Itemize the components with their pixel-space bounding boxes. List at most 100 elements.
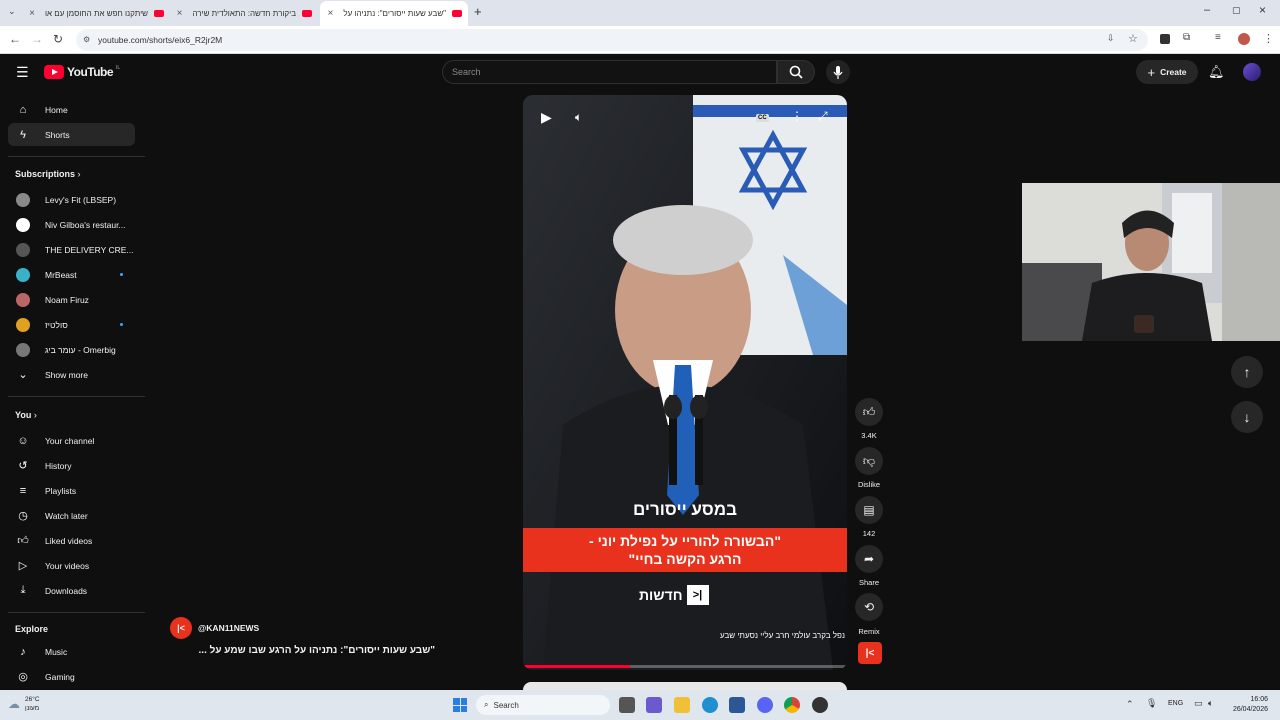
close-tab-icon[interactable]: × <box>327 8 333 19</box>
sidebar-item-label: Gaming <box>45 671 75 682</box>
tab-search-chevron-icon[interactable]: ⌄ <box>8 6 16 17</box>
back-icon[interactable]: ← <box>9 32 21 46</box>
close-tab-icon[interactable]: × <box>177 8 183 19</box>
plus-icon: + <box>1147 64 1156 80</box>
teams-icon[interactable] <box>646 697 662 713</box>
short-video-player[interactable]: ▶ 🔈︎ CC ⋮ ⤢ |< חדשות נפל בקרב עולמי חרב … <box>523 95 847 670</box>
install-app-icon[interactable]: ⇩ <box>1107 33 1115 44</box>
next-short-preview[interactable] <box>523 682 847 690</box>
comment-icon: ▤ <box>863 503 875 517</box>
music-note-icon: ♪ <box>20 645 26 658</box>
subscription-label: THE DELIVERY CRE... <box>45 244 134 255</box>
bookmark-star-icon[interactable]: ☆ <box>1128 32 1138 45</box>
progress-bar[interactable] <box>523 665 847 668</box>
notifications-bell-icon[interactable]: 🔔︎ <box>1208 64 1225 80</box>
chrome-icon[interactable] <box>784 697 800 713</box>
clock[interactable]: 16:06 26/04/2026 <box>1220 695 1268 715</box>
edge-icon[interactable] <box>702 697 718 713</box>
speaker-icon[interactable]: 🔈︎ <box>1208 698 1213 709</box>
subscription-item[interactable]: Noam Firuz <box>8 288 135 311</box>
subscription-label: Niv Gilboa's restaur... <box>45 219 126 230</box>
captions-cc-icon[interactable]: CC <box>756 114 769 122</box>
subscription-label: Levy's Fit (LBSEP) <box>45 194 117 205</box>
like-button[interactable]: 👍︎ <box>855 398 883 426</box>
short-channel[interactable]: |< @KAN11NEWS <box>170 617 259 639</box>
share-label: Share <box>858 578 879 587</box>
volume-icon[interactable]: 🔈︎ <box>575 110 582 125</box>
browser-tab-1[interactable]: שיתקנו חפש את החוסמן עם או × <box>24 3 170 23</box>
sidebar-item-your-channel[interactable]: ☺ Your channel <box>8 429 135 452</box>
subscription-item[interactable]: עומר ביג - Omerbig <box>8 338 135 361</box>
sidebar-item-music[interactable]: ♪ Music <box>8 640 135 663</box>
dislike-button[interactable]: 👎︎ <box>855 447 883 475</box>
create-button[interactable]: + Create <box>1136 60 1198 84</box>
previous-short-button[interactable]: ↑ <box>1231 356 1263 388</box>
caption-quote-line: "הבשורה להוריי על נפילת יוני - <box>589 533 781 549</box>
more-options-icon[interactable]: ⋮ <box>791 109 803 123</box>
maximize-window-icon[interactable]: ▢ <box>1232 5 1241 16</box>
address-bar[interactable]: ⚙ youtube.com/shorts/eix6_R2jr2M <box>76 29 1148 51</box>
subscription-item[interactable]: MrBeast <box>8 263 135 286</box>
next-short-button[interactable]: ↓ <box>1231 401 1263 433</box>
task-view-icon[interactable] <box>619 697 635 713</box>
show-more-button[interactable]: ⌄ Show more <box>8 363 135 386</box>
obs-icon[interactable] <box>812 697 828 713</box>
share-button[interactable]: ➦ <box>855 545 883 573</box>
new-content-dot <box>120 273 123 276</box>
channel-avatar-button[interactable]: |< <box>858 642 882 664</box>
subscription-item[interactable]: THE DELIVERY CRE... <box>8 238 135 261</box>
start-button[interactable] <box>453 698 467 712</box>
fullscreen-icon[interactable]: ⤢ <box>818 109 828 124</box>
play-icon[interactable]: ▶ <box>541 109 552 126</box>
taskbar-search[interactable]: ⌕ Search <box>476 695 610 715</box>
sidebar-item-history[interactable]: ↺ History <box>8 454 135 477</box>
remix-button[interactable]: ⟲ <box>855 593 883 621</box>
browser-menu-icon[interactable]: ⋮ <box>1263 32 1274 45</box>
language-indicator[interactable]: ENG <box>1168 700 1183 707</box>
close-tab-icon[interactable]: × <box>29 8 35 19</box>
browser-tab-3-active[interactable]: "שבע שעות ייסורים": נתניהו על × <box>320 1 468 26</box>
youtube-favicon-icon <box>302 9 312 17</box>
discord-icon[interactable] <box>757 697 773 713</box>
reload-icon[interactable]: ↻ <box>53 32 63 46</box>
sidebar-item-your-videos[interactable]: ▷ Your videos <box>8 554 135 577</box>
clock-date: 26/04/2026 <box>1232 706 1268 713</box>
subscription-item[interactable]: סולטיז <box>8 313 135 336</box>
sidebar-item-home[interactable]: ⌂ Home <box>8 98 135 121</box>
subscription-item[interactable]: Niv Gilboa's restaur... <box>8 213 135 236</box>
sidebar-item-shorts[interactable]: ϟ Shorts <box>8 123 135 146</box>
shorts-icon: ϟ <box>20 128 26 141</box>
file-explorer-icon[interactable] <box>674 697 690 713</box>
extension-icon[interactable] <box>1160 34 1170 44</box>
you-heading[interactable]: You › <box>15 410 37 420</box>
sidebar-item-downloads[interactable]: ⤓ Downloads <box>8 579 135 602</box>
sidebar-item-playlists[interactable]: ≡ Playlists <box>8 479 135 502</box>
network-icon[interactable]: ▭ <box>1194 698 1203 709</box>
minimize-window-icon[interactable]: – <box>1204 4 1210 16</box>
voice-search-button[interactable] <box>826 60 850 84</box>
sidebar-item-gaming[interactable]: ◎ Gaming <box>8 665 135 688</box>
search-input[interactable]: Search <box>442 60 777 84</box>
subscription-item[interactable]: Levy's Fit (LBSEP) <box>8 188 135 211</box>
site-info-icon[interactable]: ⚙ <box>83 29 90 51</box>
tray-mic-icon[interactable]: 🎙︎ <box>1146 698 1157 709</box>
profile-avatar-icon[interactable] <box>1238 33 1250 45</box>
short-title[interactable]: "שבע שעות ייסורים": נתניהו על הרגע שבו ש… <box>170 645 435 656</box>
account-avatar[interactable] <box>1243 63 1261 81</box>
subscriptions-heading[interactable]: Subscriptions › <box>15 169 81 179</box>
close-window-icon[interactable]: × <box>1259 3 1266 17</box>
media-control-icon[interactable]: ≡ <box>1215 32 1221 43</box>
search-button[interactable] <box>777 60 815 84</box>
store-icon[interactable] <box>729 697 745 713</box>
browser-tab-2[interactable]: ביקורת חדשה: התאולדית שירה × <box>172 3 318 23</box>
extensions-puzzle-icon[interactable]: ⧉ <box>1183 32 1190 43</box>
subscription-label: סולטיז <box>45 319 68 330</box>
subtitle-text: נפל בקרב עולמי חרב עליי נסעתי שבע <box>720 631 845 640</box>
tray-chevron-up-icon[interactable]: ⌃ <box>1126 699 1134 710</box>
sidebar-item-liked-videos[interactable]: 👍︎ Liked videos <box>8 529 135 552</box>
comments-button[interactable]: ▤ <box>855 496 883 524</box>
forward-icon[interactable]: → <box>31 32 43 46</box>
new-tab-icon[interactable]: + <box>474 4 482 19</box>
weather-widget[interactable]: ☁ 26°C מעונן <box>8 695 40 713</box>
sidebar-item-watch-later[interactable]: ◷ Watch later <box>8 504 135 527</box>
